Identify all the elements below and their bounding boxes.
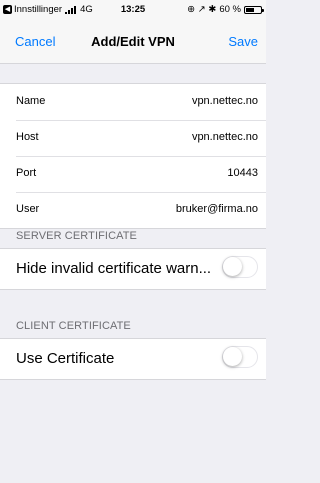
user-label: User [16,203,40,215]
use-certificate-label: Use Certificate [16,350,115,367]
save-button[interactable]: Save [228,34,258,49]
name-field[interactable]: vpn.nettec.no [192,95,258,107]
hide-invalid-cert-label: Hide invalid certificate warn... [16,260,212,277]
hide-invalid-cert-toggle[interactable] [222,256,258,278]
name-row[interactable]: Name vpn.nettec.no [0,84,266,120]
server-certificate-header: SERVER CERTIFICATE [16,230,137,242]
location-bluetooth-icons: ⊕ ↗ ✱ [187,4,217,15]
use-certificate-row: Use Certificate [0,339,266,379]
battery-icon [244,5,264,14]
server-certificate-group: Hide invalid certificate warn... [0,248,266,290]
user-field[interactable]: bruker@firma.no [176,203,258,215]
host-row[interactable]: Host vpn.nettec.no [0,120,266,156]
toggle-knob [223,257,242,276]
client-certificate-header: CLIENT CERTIFICATE [16,320,131,332]
hide-invalid-cert-row: Hide invalid certificate warn... [0,249,266,289]
user-row[interactable]: User bruker@firma.no [0,192,266,228]
port-field[interactable]: 10443 [227,167,258,179]
use-certificate-toggle[interactable] [222,346,258,368]
name-label: Name [16,95,46,107]
navigation-bar: Cancel Add/Edit VPN Save [0,20,266,64]
client-certificate-group: Use Certificate [0,338,266,380]
page-title: Add/Edit VPN [91,34,175,49]
battery-percent: 60 % [219,4,241,15]
status-bar: ◀ Innstillinger 4G 13:25 ⊕ ↗ ✱ 60 % [0,0,266,20]
host-field[interactable]: vpn.nettec.no [192,131,258,143]
status-right: ⊕ ↗ ✱ 60 % [187,4,264,15]
toggle-knob [223,347,242,366]
port-row[interactable]: Port 10443 [0,156,266,192]
port-label: Port [16,167,37,179]
vpn-fields-group: Name vpn.nettec.no Host vpn.nettec.no Po… [0,83,266,229]
host-label: Host [16,131,39,143]
